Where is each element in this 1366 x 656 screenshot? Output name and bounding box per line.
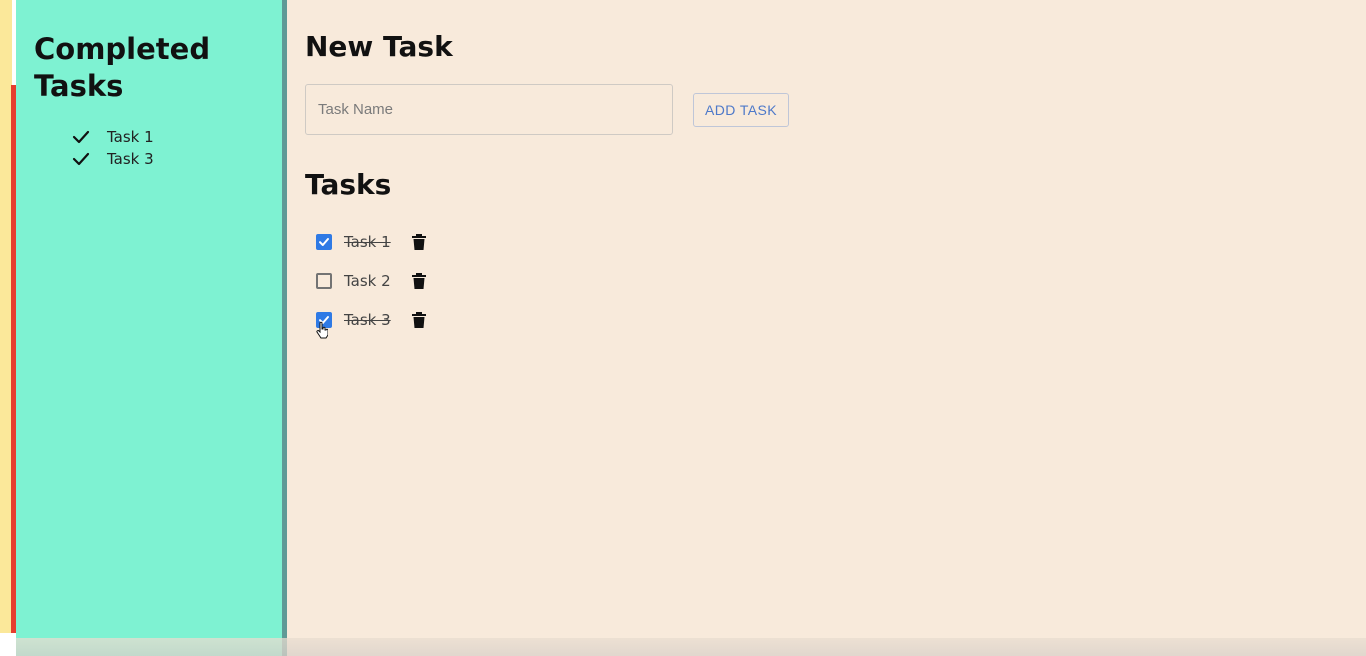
task-row: Task 1 [316, 230, 427, 254]
task-name-input[interactable] [305, 84, 673, 135]
trash-icon[interactable] [411, 272, 427, 290]
new-task-title: New Task [305, 30, 453, 63]
main-panel: New Task ADD TASK Tasks Task 1 Task 2 Ta… [287, 0, 1366, 656]
add-task-button[interactable]: ADD TASK [693, 93, 789, 127]
completed-task-label: Task 3 [107, 150, 154, 168]
completed-tasks-title: Completed Tasks [34, 32, 211, 103]
task-checkbox[interactable] [316, 273, 332, 289]
task-row: Task 3 [316, 308, 427, 332]
trash-icon[interactable] [411, 311, 427, 329]
cursor-icon [316, 321, 329, 339]
completed-task-list: Task 1 Task 3 [72, 126, 154, 170]
completed-task-item: Task 3 [72, 148, 154, 170]
check-icon [72, 128, 90, 146]
bottom-scroll-shadow [16, 638, 1366, 656]
trash-icon[interactable] [411, 233, 427, 251]
task-label: Task 2 [344, 272, 391, 290]
check-icon [72, 150, 90, 168]
task-label: Task 1 [344, 233, 391, 251]
tasks-title: Tasks [305, 168, 392, 201]
completed-task-item: Task 1 [72, 126, 154, 148]
task-checkbox[interactable] [316, 234, 332, 250]
completed-task-label: Task 1 [107, 128, 154, 146]
task-label: Task 3 [344, 311, 391, 329]
task-row: Task 2 [316, 269, 427, 293]
completed-tasks-sidebar: Completed Tasks Task 1 Task 3 [16, 0, 282, 656]
